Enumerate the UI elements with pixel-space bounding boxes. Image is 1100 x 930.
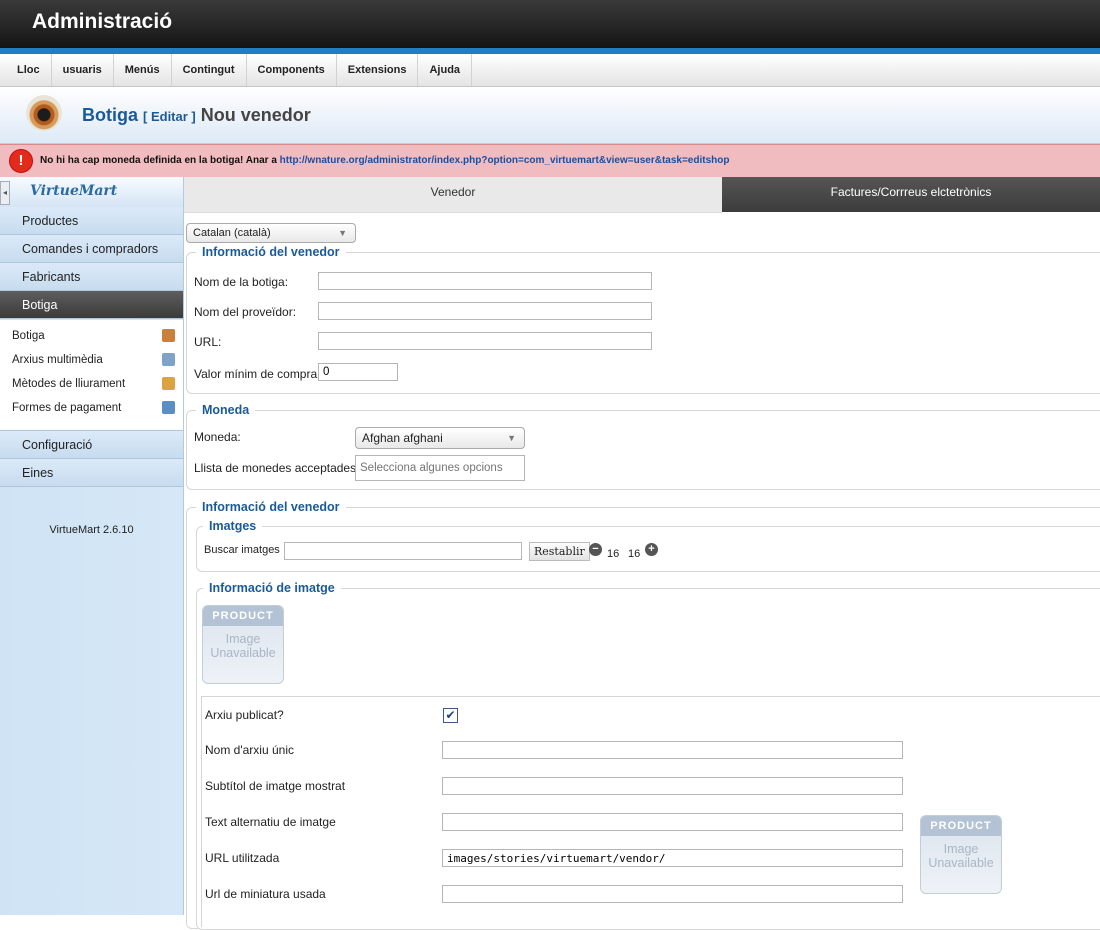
placeholder-top-text: PRODUCT	[203, 606, 283, 626]
store-name-label: Nom de la botiga:	[194, 275, 289, 289]
edit-link[interactable]: [ Editar ]	[143, 109, 196, 124]
placeholder-top-text: PRODUCT	[921, 816, 1001, 836]
sidebar-submenu: Botiga Arxius multimèdia Mètodes de lliu…	[0, 320, 183, 431]
currency-fieldset	[186, 410, 1100, 490]
menu-extensions[interactable]: Extensions	[337, 54, 419, 86]
sidebar-item-configuracio[interactable]: Configuració	[0, 431, 183, 459]
submenu-label: Formes de pagament	[12, 402, 122, 414]
submenu-label: Mètodes de lliurament	[12, 378, 126, 390]
placeholder-line1: Image	[943, 842, 979, 856]
sidebar-item-comandes[interactable]: Comandes i compradors	[0, 235, 183, 263]
sidebar-item-productes[interactable]: Productes	[0, 207, 183, 235]
admin-header: Administració	[0, 0, 1100, 54]
media-icon	[162, 353, 175, 366]
used-url-label: URL utilitzada	[205, 851, 280, 865]
unique-name-label: Nom d'arxiu únic	[205, 743, 294, 757]
currency-select[interactable]: Afghan afghani ▼	[355, 427, 525, 449]
image-subtitle-input[interactable]	[442, 777, 903, 795]
chevron-down-icon: ▼	[338, 228, 347, 238]
alert-banner: ! No hi ha cap moneda definida en la bot…	[0, 144, 1100, 178]
reset-button[interactable]: Restablir	[529, 542, 590, 561]
admin-title: Administració	[32, 10, 173, 33]
store-name-input[interactable]	[318, 272, 652, 290]
sidebar-item-fabricants[interactable]: Fabricants	[0, 263, 183, 291]
unique-name-input[interactable]	[442, 741, 903, 759]
alt-text-label: Text alternatiu de imatge	[205, 815, 336, 829]
chevron-down-icon: ▼	[507, 433, 516, 443]
menu-lloc[interactable]: Lloc	[6, 54, 52, 86]
shop-icon	[162, 329, 175, 342]
images-legend: Imatges	[203, 519, 263, 533]
submenu-item-botiga[interactable]: Botiga	[0, 324, 183, 348]
version-text: VirtueMart 2.6.10	[49, 524, 134, 536]
tab-factures[interactable]: Factures/Corrreus elctetrònics	[722, 177, 1100, 212]
search-images-input[interactable]	[284, 542, 522, 560]
submenu-item-metodes-lliurament[interactable]: Mètodes de lliurament	[0, 372, 183, 396]
menu-usuaris[interactable]: usuaris	[52, 54, 114, 86]
page-title-bar: Botiga [ Editar ] Nou venedor	[0, 87, 1100, 144]
payment-icon	[162, 401, 175, 414]
url-input[interactable]	[318, 332, 652, 350]
alert-link[interactable]: http://wnature.org/administrator/index.p…	[280, 155, 730, 166]
minus-icon[interactable]: −	[589, 543, 602, 556]
search-images-label: Buscar imatges	[204, 544, 280, 556]
used-url-input[interactable]	[442, 849, 903, 867]
currency-select-value: Afghan afghani	[362, 431, 443, 445]
page-subtitle: Nou venedor	[200, 105, 311, 125]
virtuemart-logo-icon	[26, 95, 62, 131]
page-title-name: Botiga	[82, 105, 138, 125]
menu-menus[interactable]: Menús	[114, 54, 172, 86]
sidebar-item-botiga[interactable]: Botiga	[0, 291, 183, 319]
page-count-right: 16	[628, 548, 641, 560]
alt-text-input[interactable]	[442, 813, 903, 831]
product-image-placeholder: PRODUCT Image Unavailable	[202, 605, 284, 684]
sidebar: ◂ VirtueMart Productes Comandes i compra…	[0, 177, 184, 915]
thumb-url-label: Url de miniatura usada	[205, 887, 326, 901]
image-subtitle-label: Subtítol de imatge mostrat	[205, 779, 346, 793]
plus-icon[interactable]: +	[645, 543, 658, 556]
thumb-url-input[interactable]	[442, 885, 903, 903]
menu-contingut[interactable]: Contingut	[172, 54, 247, 86]
language-select[interactable]: Catalan (català) ▼	[186, 223, 356, 243]
alert-text: No hi ha cap moneda definida en la botig…	[40, 155, 280, 166]
submenu-item-arxius[interactable]: Arxius multimèdia	[0, 348, 183, 372]
truck-icon	[162, 377, 175, 390]
currency-label: Moneda:	[194, 430, 241, 444]
submenu-label: Botiga	[12, 330, 45, 342]
tab-venedor[interactable]: Venedor	[184, 177, 722, 213]
warning-icon: !	[9, 149, 33, 173]
placeholder-body: Image Unavailable	[203, 626, 283, 660]
collapse-icon[interactable]: ◂	[0, 181, 10, 205]
main-menu: Lloc usuaris Menús Contingut Components …	[0, 54, 1100, 87]
min-purchase-label: Valor mínim de compra:	[194, 367, 321, 381]
product-image-thumbnail: PRODUCT Image Unavailable	[920, 815, 1002, 894]
submenu-label: Arxius multimèdia	[12, 354, 103, 366]
accepted-currencies-input[interactable]	[355, 455, 525, 481]
published-checkbox[interactable]: ✔	[443, 708, 458, 723]
placeholder-line2: Unavailable	[928, 856, 994, 870]
image-info-legend: Informació de imatge	[203, 581, 341, 595]
menu-components[interactable]: Components	[247, 54, 337, 86]
provider-name-input[interactable]	[318, 302, 652, 320]
virtuemart-logo: VirtueMart	[30, 183, 118, 199]
accepted-currencies-label: Llista de monedes acceptades:	[194, 461, 360, 475]
page-count-left: 16	[607, 548, 620, 560]
submenu-item-formes-pagament[interactable]: Formes de pagament	[0, 396, 183, 420]
sidebar-logo: ◂ VirtueMart	[0, 177, 183, 208]
placeholder-body: Image Unavailable	[921, 836, 1001, 870]
published-label: Arxiu publicat?	[205, 708, 284, 722]
sidebar-item-eines[interactable]: Eines	[0, 459, 183, 487]
menu-ajuda[interactable]: Ajuda	[418, 54, 473, 86]
url-label: URL:	[194, 335, 222, 349]
alert-message: No hi ha cap moneda definida en la botig…	[40, 155, 729, 166]
provider-name-label: Nom del proveïdor:	[194, 305, 297, 319]
currency-legend: Moneda	[196, 403, 256, 417]
language-select-value: Catalan (català)	[193, 227, 271, 239]
placeholder-line1: Image	[225, 632, 261, 646]
vendor-info-2-legend: Informació del venedor	[196, 500, 346, 514]
min-purchase-input[interactable]	[318, 363, 398, 381]
placeholder-line2: Unavailable	[210, 646, 276, 660]
vendor-info-legend: Informació del venedor	[196, 245, 346, 259]
page-title: Botiga [ Editar ] Nou venedor	[82, 105, 311, 126]
